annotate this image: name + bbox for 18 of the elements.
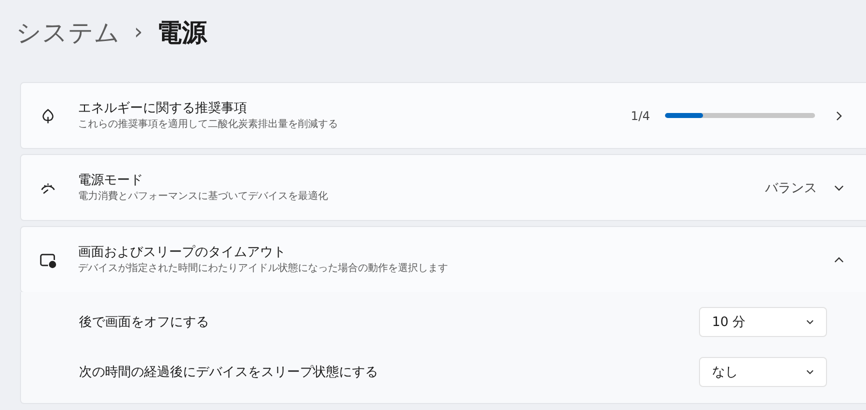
card-title: 電源モード [78,172,144,190]
page-title: 電源 [156,16,207,48]
settings-card[interactable]: 画面およびスリープのタイムアウト デバイスが指定された時間にわたりアイドル状態になった場合の動作を選択します [20,226,866,293]
card-description: 電力消費とパフォーマンスに基づいてデバイスを最適化 [78,190,329,204]
timeout-dropdown[interactable]: 10 分 [699,307,827,337]
card-description: デバイスが指定された時間にわたりアイドル状態になった場合の動作を選択します [78,262,449,276]
breadcrumb-separator: › [134,20,143,44]
breadcrumb-parent[interactable]: システム [16,16,120,48]
settings-card[interactable]: エネルギーに関する推奨事項 これらの推奨事項を適用して二酸化炭素排出量を削減する 1/4 [20,82,866,149]
timeout-dropdown[interactable]: なし [699,357,827,387]
card-description: これらの推奨事項を適用して二酸化炭素排出量を削減する [78,118,339,132]
settings-card[interactable]: 電源モード 電力消費とパフォーマンスに基づいてデバイスを最適化 バランス [20,154,866,221]
card-title: エネルギーに関する推奨事項 [78,100,248,118]
power-mode-value[interactable]: バランス [765,178,817,196]
progress-count: 1/4 [630,108,650,122]
setting-label: 後で画面をオフにする [79,314,210,331]
card-title: 画面およびスリープのタイムアウト [78,244,287,262]
setting-label: 次の時間の経過後にデバイスをスリープ状態にする [79,364,379,381]
